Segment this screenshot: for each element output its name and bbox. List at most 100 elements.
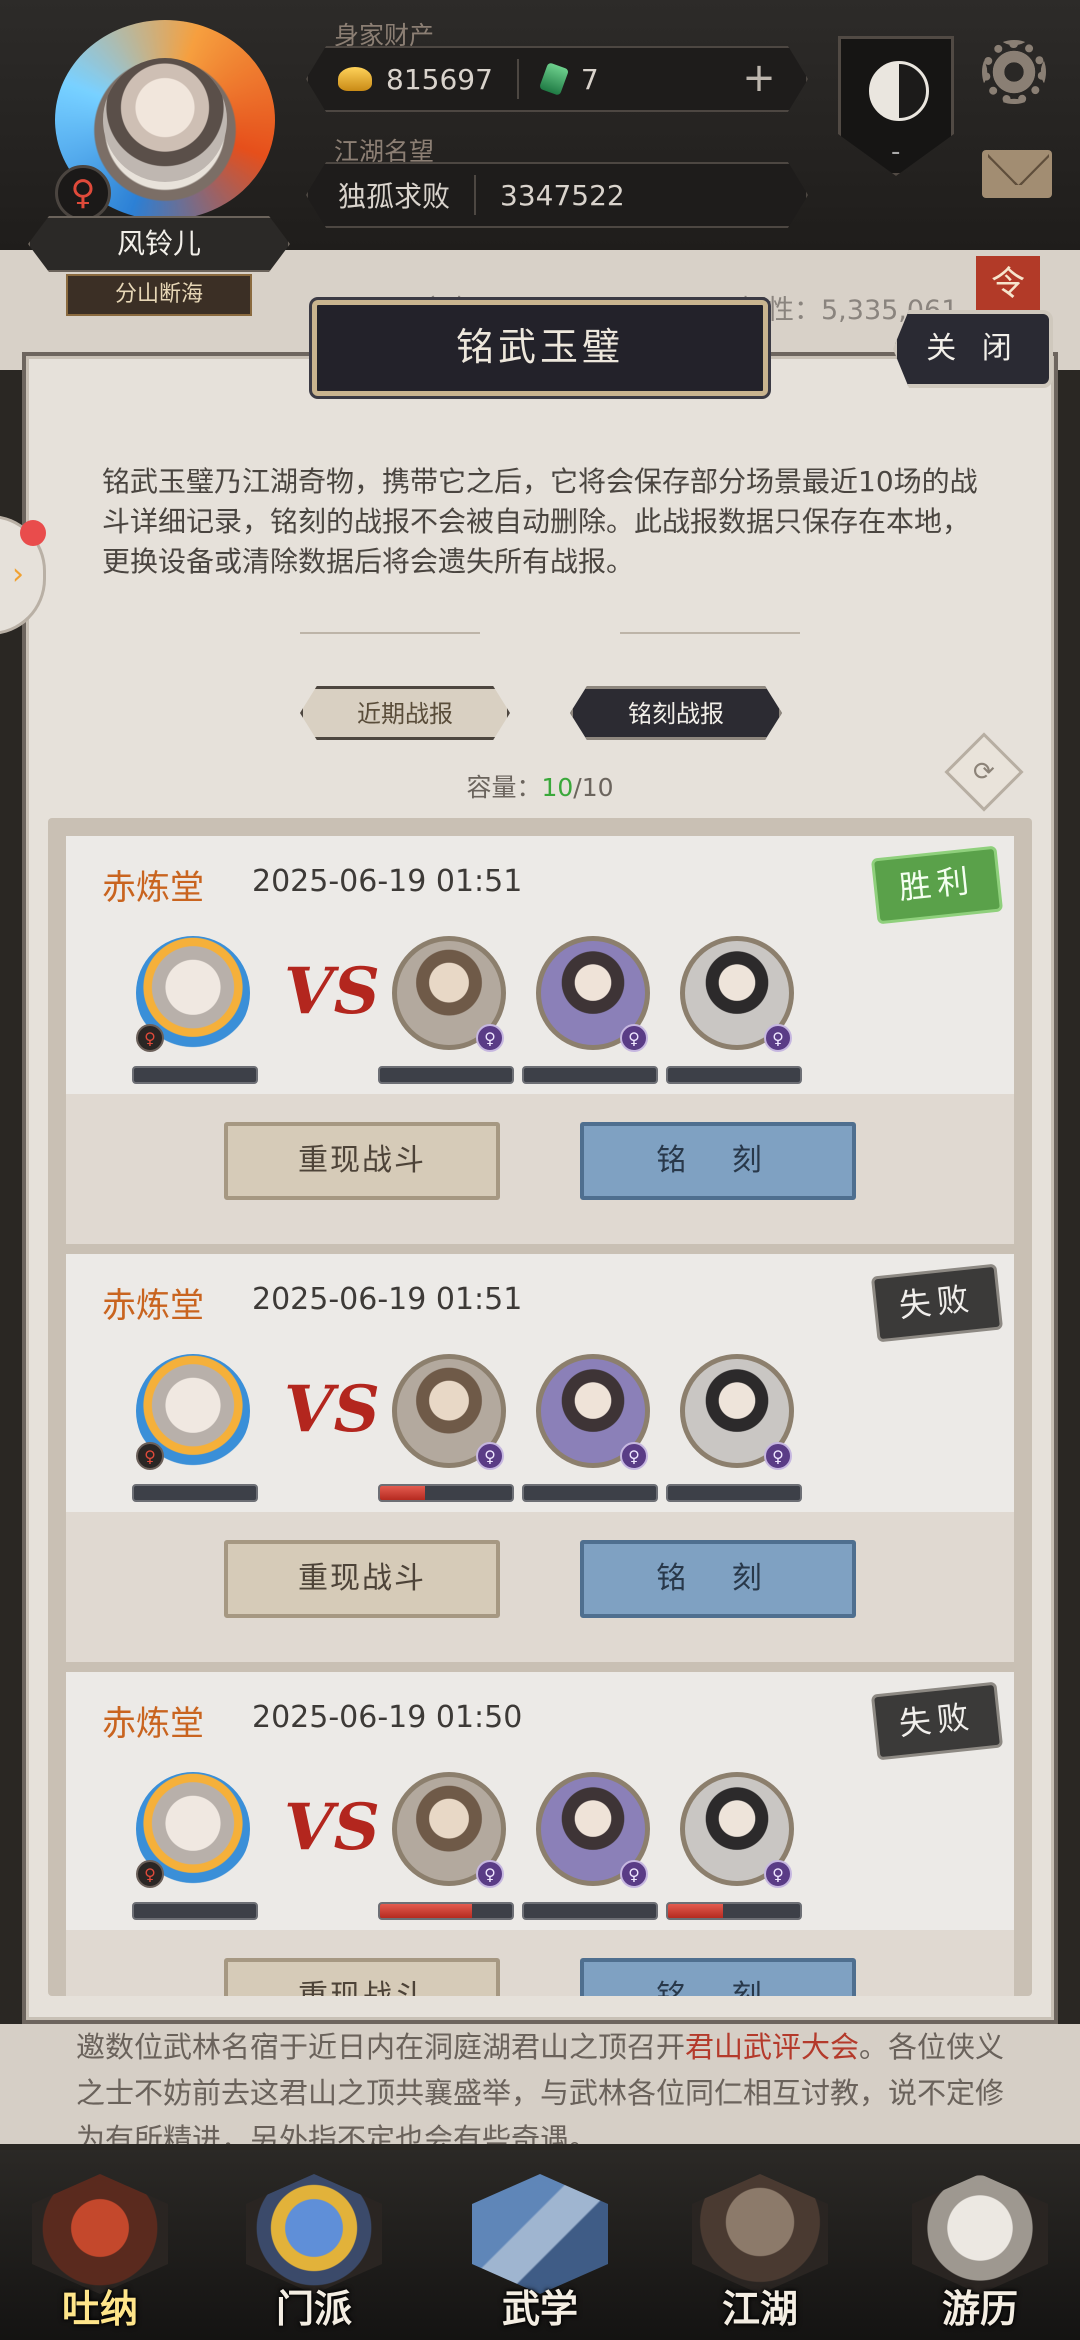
player-damage-bar: [132, 1902, 258, 1920]
top-hud: ♀ 身家财产 815697 7 + 江湖名望 独孤求败 3347522 -: [0, 0, 1080, 250]
female-gender-icon: ♀: [136, 1024, 164, 1052]
battle-location: 赤炼堂: [102, 1704, 204, 1744]
currency-bar: 815697 7 +: [306, 46, 808, 112]
battle-report-card: 赤炼堂 2025-06-19 01:50 失败 ♀ VS ♀ ♀ ♀ 重现战斗 …: [66, 1672, 1014, 1996]
meditation-icon: [32, 2174, 168, 2294]
female-gender-icon: ♀: [136, 1860, 164, 1888]
engrave-button[interactable]: 铭 刻: [580, 1122, 856, 1200]
enemy-class-icon: ♀: [764, 1860, 792, 1888]
modal-description: 铭武玉璧乃江湖奇物，携带它之后，它将会保存部分场景最近10场的战斗详细记录，铭刻…: [102, 465, 978, 578]
tab-recent-reports[interactable]: 近期战报: [300, 686, 510, 740]
enemy-class-icon: ♀: [620, 1442, 648, 1470]
avatar-portrait: [103, 58, 227, 182]
enemy-damage-bar: [378, 1066, 514, 1084]
nav-label: 江湖: [721, 2286, 798, 2331]
enemy-damage-bar: [378, 1484, 514, 1502]
damage-fill: [380, 1904, 473, 1918]
replay-battle-button[interactable]: 重现战斗: [224, 1958, 500, 1996]
nav-label: 游历: [941, 2286, 1018, 2331]
story-highlight-link[interactable]: 君山武评大会: [685, 2030, 859, 2064]
nav-sect[interactable]: 门派: [240, 2174, 388, 2331]
enemy-damage-bar: [378, 1902, 514, 1920]
gold-amount: 815697: [386, 62, 493, 96]
nav-label: 武学: [501, 2286, 578, 2331]
capacity-label: 容量：: [466, 773, 542, 802]
vs-label: VS: [284, 1372, 380, 1447]
add-currency-button[interactable]: +: [736, 56, 782, 102]
enemy-class-icon: ♀: [620, 1860, 648, 1888]
mail-icon[interactable]: [982, 150, 1052, 198]
female-gender-icon: ♀: [136, 1442, 164, 1470]
enemy-class-icon: ♀: [620, 1024, 648, 1052]
story-ticker: 邀数位武林名宿于近日内在洞庭湖君山之顶召开君山武评大会。各位侠义之士不妨前去这君…: [0, 2024, 1080, 2144]
capacity-used: 10: [541, 773, 574, 802]
battle-report-card: 赤炼堂 2025-06-19 01:51 胜利 ♀ VS ♀ ♀ ♀ 重现战斗 …: [66, 836, 1014, 1244]
player-damage-bar: [132, 1066, 258, 1084]
divider: [474, 175, 477, 215]
badge-value: -: [891, 137, 901, 167]
nav-label: 吐纳: [61, 2286, 138, 2331]
player-sect: 分山断海: [66, 274, 252, 316]
settings-gear-icon[interactable]: [982, 40, 1046, 104]
yin-yang-icon: [869, 61, 929, 121]
fame-bar: 独孤求败 3347522: [306, 162, 808, 228]
nav-travel[interactable]: 游历: [906, 2174, 1054, 2331]
nav-jianghu[interactable]: 江湖: [686, 2174, 834, 2331]
enemy-damage-bar: [666, 1484, 802, 1502]
card-actions: 重现战斗 铭 刻: [66, 1094, 1014, 1244]
card-header: 赤炼堂 2025-06-19 01:51 失败 ♀ VS ♀ ♀ ♀: [66, 1254, 1014, 1512]
enemy-class-icon: ♀: [764, 1024, 792, 1052]
damage-fill: [668, 1904, 724, 1918]
player-name: 风铃儿: [28, 216, 290, 272]
order-tag-icon[interactable]: 令: [976, 256, 1040, 312]
player-damage-bar: [132, 1484, 258, 1502]
enemy-damage-bar: [522, 1902, 658, 1920]
taiji-badge-icon[interactable]: -: [838, 36, 954, 176]
tab-engraved-reports[interactable]: 铭刻战报: [570, 686, 782, 740]
divider: [516, 59, 519, 99]
fame-title: 独孤求败: [338, 180, 451, 213]
capacity-total: /10: [573, 773, 614, 802]
gold-ingot-icon: [338, 67, 372, 91]
enemy-damage-bar: [666, 1902, 802, 1920]
battle-time: 2025-06-19 01:51: [252, 1282, 523, 1317]
enemy-class-icon: ♀: [764, 1442, 792, 1470]
female-gender-icon: ♀: [55, 165, 111, 221]
engrave-button[interactable]: 铭 刻: [580, 1958, 856, 1996]
capacity-indicator: 容量：10/10: [0, 768, 1080, 804]
card-actions: 重现战斗 铭 刻: [66, 1930, 1014, 1996]
modal-title: 铭武玉璧: [312, 300, 768, 396]
result-badge: 失败: [870, 1263, 1004, 1343]
jade-amount: 7: [580, 62, 599, 96]
white-horse-icon: [912, 2174, 1048, 2294]
nav-martial-arts[interactable]: 武学: [466, 2174, 614, 2331]
nav-tuna[interactable]: 吐纳: [26, 2174, 174, 2331]
bottom-navbar: 吐纳 门派 武学 江湖 游历: [0, 2150, 1080, 2340]
battle-report-list[interactable]: 赤炼堂 2025-06-19 01:51 胜利 ♀ VS ♀ ♀ ♀ 重现战斗 …: [48, 818, 1032, 1996]
enemy-damage-bar: [522, 1066, 658, 1084]
replay-battle-button[interactable]: 重现战斗: [224, 1122, 500, 1200]
scroll-book-icon: [472, 2174, 608, 2294]
enemy-damage-bar: [522, 1484, 658, 1502]
result-badge: 失败: [870, 1681, 1004, 1761]
battle-location: 赤炼堂: [102, 868, 204, 908]
nav-label: 门派: [275, 2286, 352, 2331]
enemy-class-icon: ♀: [476, 1024, 504, 1052]
notification-dot: [20, 520, 46, 546]
bamboo-hat-icon: [692, 2174, 828, 2294]
card-actions: 重现战斗 铭 刻: [66, 1512, 1014, 1662]
story-text-before: 邀数位武林名宿于近日内在洞庭湖君山之顶召开: [76, 2030, 686, 2064]
battle-report-card: 赤炼堂 2025-06-19 01:51 失败 ♀ VS ♀ ♀ ♀ 重现战斗 …: [66, 1254, 1014, 1662]
vs-label: VS: [284, 954, 380, 1029]
engrave-button[interactable]: 铭 刻: [580, 1540, 856, 1618]
enemy-damage-bar: [666, 1066, 802, 1084]
card-header: 赤炼堂 2025-06-19 01:50 失败 ♀ VS ♀ ♀ ♀: [66, 1672, 1014, 1930]
battle-location: 赤炼堂: [102, 1286, 204, 1326]
enemy-class-icon: ♀: [476, 1860, 504, 1888]
replay-battle-button[interactable]: 重现战斗: [224, 1540, 500, 1618]
card-header: 赤炼堂 2025-06-19 01:51 胜利 ♀ VS ♀ ♀ ♀: [66, 836, 1014, 1094]
close-button[interactable]: 关 闭: [893, 310, 1053, 388]
battle-time: 2025-06-19 01:51: [252, 864, 523, 899]
vs-label: VS: [284, 1790, 380, 1865]
battle-time: 2025-06-19 01:50: [252, 1700, 523, 1735]
